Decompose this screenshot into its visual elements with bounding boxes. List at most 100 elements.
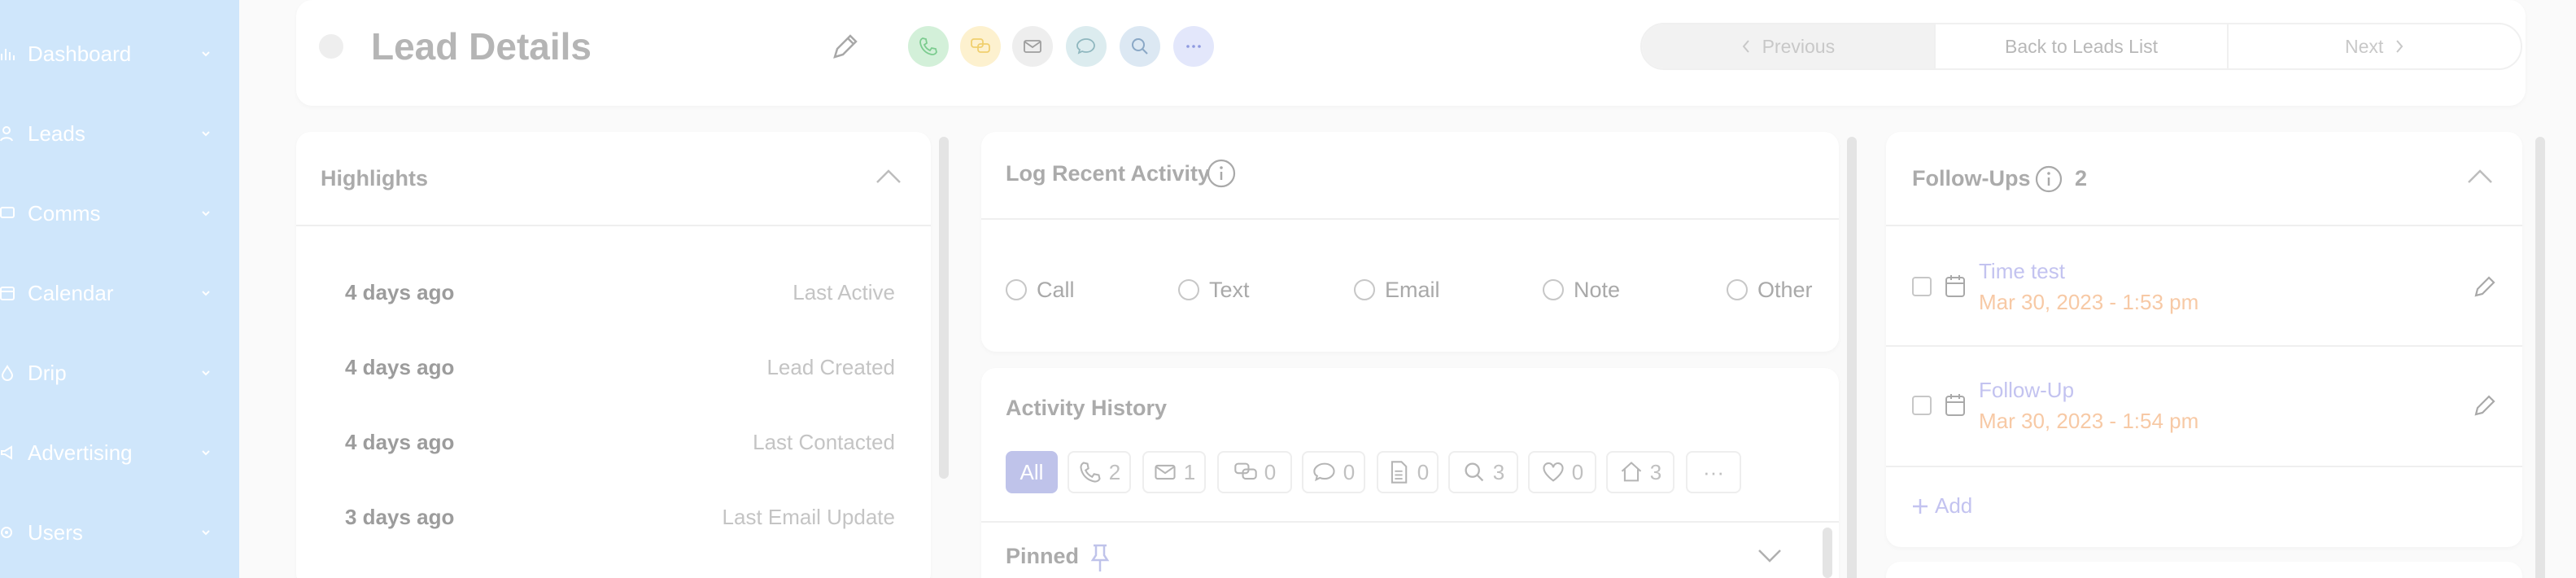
right-column-scrollbar[interactable] (2535, 137, 2545, 578)
chat-icon (1234, 462, 1257, 480)
followup-title[interactable]: Follow-Up (1979, 378, 2074, 403)
chevron-up-icon[interactable] (2465, 166, 2495, 186)
middle-column-scrollbar[interactable] (1847, 137, 1857, 578)
document-icon (1391, 461, 1408, 484)
search-icon (1132, 38, 1148, 55)
divider (1886, 466, 2522, 467)
sidebar-item-leads[interactable]: Leads (0, 109, 239, 158)
followup-title[interactable]: Time test (1979, 259, 2065, 284)
lead-pager: Previous Back to Leads List Next (1640, 23, 2522, 70)
page-title: Lead Details (371, 25, 592, 68)
followups-card (1886, 132, 2522, 547)
radio-circle (1354, 279, 1375, 300)
users-icon (0, 524, 16, 541)
followups-count: 2 (2075, 166, 2088, 190)
radio-call[interactable]: Call (1006, 275, 1075, 304)
text-action-button[interactable] (960, 26, 1001, 67)
chevron-up-icon[interactable] (874, 166, 903, 186)
highlight-row: 4 days ago Last Contacted (345, 430, 895, 454)
plus-icon (1913, 498, 1928, 514)
chevron-down-icon (202, 530, 210, 536)
chevron-down-icon (202, 370, 210, 376)
radio-text[interactable]: Text (1178, 275, 1250, 304)
filter-emails[interactable]: 1 (1142, 451, 1206, 493)
filter-notes[interactable]: 0 (1302, 451, 1365, 493)
divider (981, 521, 1839, 523)
chevron-down-icon (202, 291, 210, 296)
heart-icon (1543, 462, 1564, 482)
next-button[interactable]: Next (2229, 24, 2521, 68)
log-activity-title: Log Recent Activity (1006, 161, 1211, 186)
chevron-down-icon (202, 51, 210, 57)
filter-documents[interactable]: 0 (1377, 451, 1439, 493)
next-card (1886, 562, 2522, 578)
sidebar-item-label: Advertising (28, 440, 133, 465)
calendar-icon (1945, 275, 1965, 297)
more-actions-button[interactable] (1173, 26, 1214, 67)
filter-properties[interactable]: 3 (1606, 451, 1674, 493)
sidebar-item-dashboard[interactable]: Dashboard (0, 29, 239, 78)
sidebar-item-calendar[interactable]: Calendar (0, 269, 239, 317)
pin-icon (1090, 544, 1110, 571)
info-icon[interactable] (2034, 164, 2063, 194)
note-action-button[interactable] (1066, 26, 1107, 67)
calendar-icon (0, 285, 16, 301)
edit-pencil-icon[interactable] (2472, 392, 2498, 418)
email-action-button[interactable] (1012, 26, 1053, 67)
sidebar-item-label: Users (28, 519, 83, 545)
pinned-label: Pinned (1006, 544, 1080, 568)
divider (981, 218, 1839, 220)
followup-date: Mar 30, 2023 - 1:54 pm (1979, 409, 2199, 433)
info-icon[interactable] (1206, 158, 1237, 189)
radio-note[interactable]: Note (1543, 275, 1620, 304)
filter-all[interactable]: All (1006, 451, 1058, 493)
filter-favorites[interactable]: 0 (1528, 451, 1596, 493)
sidebar-item-advertising[interactable]: Advertising (0, 428, 239, 477)
comment-icon (1076, 38, 1095, 55)
radio-circle (1543, 279, 1564, 300)
chevron-left-icon (1742, 40, 1749, 53)
message-icon (0, 205, 16, 221)
sidebar-item-label: Dashboard (28, 41, 132, 66)
divider (1886, 225, 2522, 226)
filter-more[interactable]: ··· (1686, 451, 1741, 493)
edit-pencil-icon[interactable] (828, 31, 861, 63)
previous-button[interactable]: Previous (1642, 24, 1936, 68)
email-icon (1024, 40, 1041, 53)
sidebar-item-drip[interactable]: Drip (0, 348, 239, 397)
sidebar-item-comms[interactable]: Comms (0, 189, 239, 238)
phone-icon (1080, 462, 1101, 483)
more-icon (1186, 45, 1201, 48)
highlights-scrollbar[interactable] (939, 137, 949, 479)
sidebar-item-label: Leads (28, 120, 85, 146)
radio-email[interactable]: Email (1354, 275, 1440, 304)
chevron-down-icon (202, 211, 210, 217)
phone-icon (919, 37, 937, 55)
highlights-title: Highlights (321, 166, 428, 190)
followup-checkbox[interactable] (1912, 396, 1932, 415)
divider (1886, 345, 2522, 347)
radio-other[interactable]: Other (1727, 275, 1813, 304)
chevron-down-icon[interactable] (1756, 547, 1784, 565)
filter-searches[interactable]: 3 (1448, 451, 1518, 493)
search-action-button[interactable] (1120, 26, 1160, 67)
filter-texts[interactable]: 0 (1217, 451, 1292, 493)
highlight-row: 3 days ago Last Email Update (345, 505, 895, 529)
sidebar-item-users[interactable]: Users (0, 508, 239, 557)
chat-icon (971, 38, 990, 53)
history-scrollbar[interactable] (1823, 528, 1832, 578)
home-icon (1621, 462, 1641, 482)
call-action-button[interactable] (908, 26, 949, 67)
followup-checkbox[interactable] (1912, 277, 1932, 296)
filter-calls[interactable]: 2 (1068, 451, 1131, 493)
activity-history-title: Activity History (1006, 396, 1168, 420)
sidebar-item-label: Calendar (28, 280, 114, 305)
radio-circle (1006, 279, 1027, 300)
megaphone-icon (0, 444, 16, 461)
edit-pencil-icon[interactable] (2472, 274, 2498, 300)
sidebar-item-label: Drip (28, 360, 67, 385)
add-followup-button[interactable]: Add (1910, 493, 1972, 519)
more-icon: ··· (1703, 459, 1724, 484)
back-to-leads-button[interactable]: Back to Leads List (1936, 24, 2229, 68)
status-indicator (319, 34, 343, 59)
